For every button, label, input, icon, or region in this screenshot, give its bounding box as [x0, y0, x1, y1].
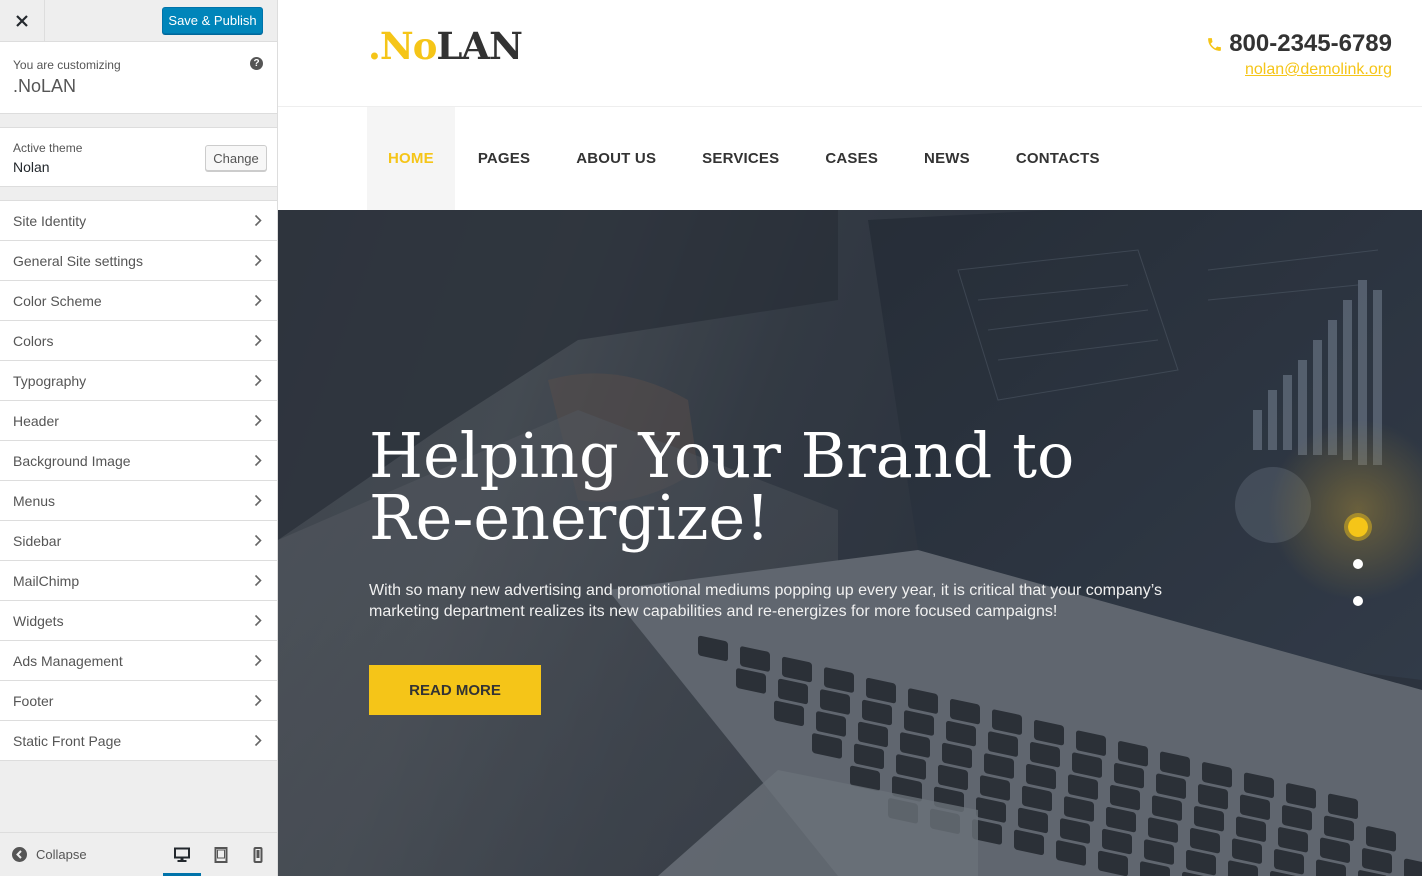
collapse-label: Collapse	[36, 847, 87, 862]
section-label: Ads Management	[13, 652, 123, 669]
site-header: .NoLAN 800-2345-6789 nolan@demolink.org	[278, 0, 1422, 107]
customizer-section-footer[interactable]: Footer	[0, 681, 277, 721]
site-logo[interactable]: .NoLAN	[368, 24, 523, 68]
chevron-right-icon	[254, 334, 262, 347]
header-email-link[interactable]: nolan@demolink.org	[1245, 61, 1392, 79]
chevron-right-icon	[254, 294, 262, 307]
section-label: MailChimp	[13, 572, 80, 589]
nav-item-pages[interactable]: PAGES	[455, 107, 553, 210]
customizer-section-general-site-settings[interactable]: General Site settings	[0, 241, 277, 281]
customizer-section-menus[interactable]: Menus	[0, 481, 277, 521]
chevron-right-icon	[254, 214, 262, 227]
nav-item-about-us[interactable]: ABOUT US	[553, 107, 679, 210]
help-icon[interactable]: ?	[250, 57, 263, 70]
chevron-right-icon	[254, 534, 262, 547]
customizer-footer: Collapse	[0, 832, 277, 876]
section-label: Colors	[13, 332, 54, 349]
nav-item-home[interactable]: HOME	[367, 107, 455, 210]
customizer-section-colors[interactable]: Colors	[0, 321, 277, 361]
section-label: Header	[13, 412, 59, 429]
collapse-arrow-icon	[12, 847, 27, 862]
phone-number: 800-2345-6789	[1229, 30, 1392, 57]
slide-dot-3[interactable]	[1353, 596, 1363, 606]
preview-tablet-button[interactable]	[202, 845, 240, 876]
close-icon	[16, 14, 28, 27]
customizer-section-color-scheme[interactable]: Color Scheme	[0, 281, 277, 321]
site-preview: .NoLAN 800-2345-6789 nolan@demolink.org …	[278, 0, 1422, 876]
hero-slider: Helping Your Brand to Re-energize! With …	[278, 210, 1422, 876]
customizing-site-name: .NoLAN	[13, 76, 77, 96]
section-label: Site Identity	[13, 212, 87, 229]
chevron-right-icon	[254, 414, 262, 427]
nav-item-cases[interactable]: CASES	[802, 107, 901, 210]
section-label: Color Scheme	[13, 292, 102, 309]
section-label: Static Front Page	[13, 732, 122, 749]
chevron-right-icon	[254, 694, 262, 707]
change-theme-button[interactable]: Change	[205, 145, 267, 171]
section-label: General Site settings	[13, 252, 143, 269]
chevron-right-icon	[254, 454, 262, 467]
preview-mobile-button[interactable]	[239, 845, 277, 876]
customizing-info: You are customizing .NoLAN ?	[0, 42, 277, 114]
hero-description: With so many new advertising and promoti…	[369, 582, 1162, 620]
chevron-right-icon	[254, 614, 262, 627]
nav-list: HOME PAGES ABOUT US SERVICES CASES NEWS CONTAC…	[367, 107, 1123, 210]
nav-item-contacts[interactable]: CONTACTS	[993, 107, 1123, 210]
section-label: Sidebar	[13, 532, 62, 549]
collapse-button[interactable]: Collapse	[12, 847, 87, 862]
chevron-right-icon	[254, 254, 262, 267]
chevron-right-icon	[254, 374, 262, 387]
customizer-section-typography[interactable]: Typography	[0, 361, 277, 401]
section-label: Menus	[13, 492, 56, 509]
active-theme-panel: Active theme Nolan Change	[0, 127, 277, 187]
customizer-section-widgets[interactable]: Widgets	[0, 601, 277, 641]
chevron-right-icon	[254, 654, 262, 667]
customizer-sections: Site Identity General Site settings Color …	[0, 200, 277, 761]
chevron-right-icon	[254, 494, 262, 507]
slide-dot-2[interactable]	[1353, 559, 1363, 569]
customizer-section-sidebar[interactable]: Sidebar	[0, 521, 277, 561]
hero-title: Helping Your Brand to Re-energize!	[369, 419, 1075, 554]
customizer-header: Save & Publish	[0, 0, 277, 42]
nav-item-news[interactable]: NEWS	[901, 107, 993, 210]
customizer-sidebar: Save & Publish You are customizing .NoLA…	[0, 0, 278, 876]
section-label: Background Image	[13, 452, 131, 469]
customizer-section-ads-management[interactable]: Ads Management	[0, 641, 277, 681]
section-label: Footer	[13, 692, 54, 709]
customizer-section-background-image[interactable]: Background Image	[0, 441, 277, 481]
close-customizer-button[interactable]	[0, 0, 45, 41]
tablet-icon	[214, 847, 228, 863]
chevron-right-icon	[254, 574, 262, 587]
desktop-icon	[174, 847, 190, 862]
section-label: Widgets	[13, 612, 64, 629]
customizing-label: You are customizing	[13, 58, 121, 72]
customizer-section-site-identity[interactable]: Site Identity	[0, 201, 277, 241]
save-publish-button[interactable]: Save & Publish	[162, 7, 263, 34]
section-label: Typography	[13, 372, 87, 389]
header-phone: 800-2345-6789	[1206, 30, 1392, 58]
preview-desktop-button[interactable]	[163, 845, 201, 876]
read-more-button[interactable]: READ MORE	[369, 665, 541, 715]
customizer-section-mailchimp[interactable]: MailChimp	[0, 561, 277, 601]
phone-icon	[1208, 37, 1222, 51]
main-navigation: HOME PAGES ABOUT US SERVICES CASES NEWS CONTAC…	[278, 107, 1422, 210]
nav-item-services[interactable]: SERVICES	[679, 107, 802, 210]
slide-dot-1-active[interactable]	[1344, 513, 1372, 541]
customizer-section-static-front-page[interactable]: Static Front Page	[0, 721, 277, 761]
customizer-section-header[interactable]: Header	[0, 401, 277, 441]
mobile-icon	[253, 847, 263, 863]
chevron-right-icon	[254, 734, 262, 747]
